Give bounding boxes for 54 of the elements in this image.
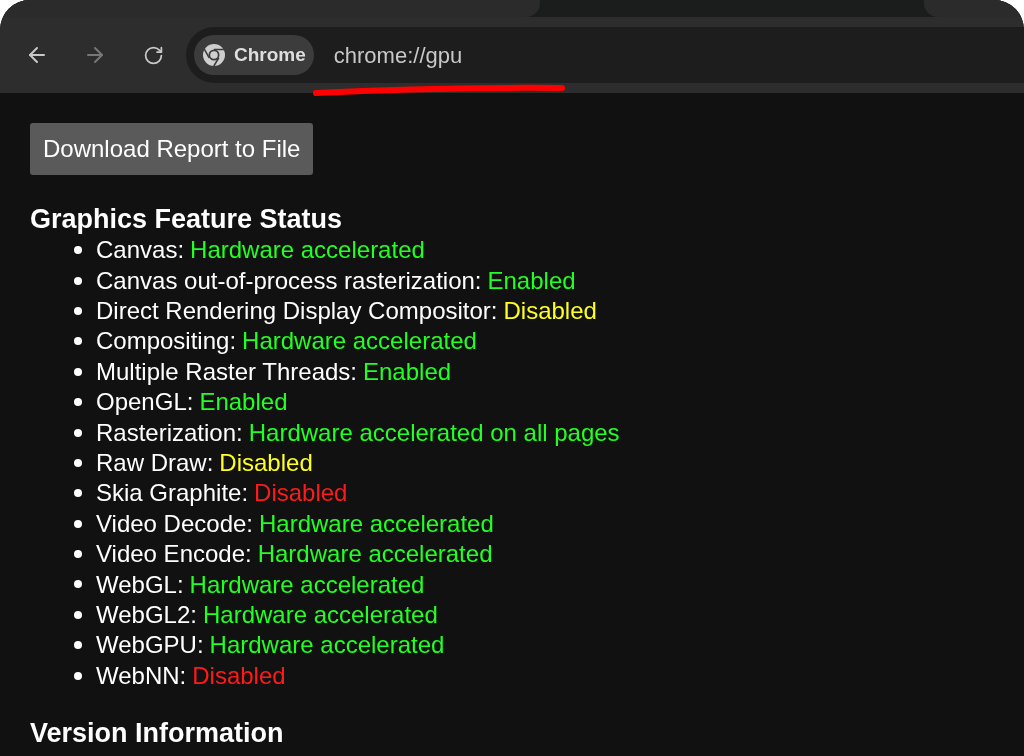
feature-status: Hardware accelerated on all pages [248,417,620,448]
feature-status: Enabled [199,387,288,418]
bullet-icon [74,276,82,285]
bullet-icon [74,519,82,528]
feature-name: Direct Rendering Display Compositor: [96,296,498,326]
feature-name: Rasterization: [96,417,243,448]
address-bar[interactable]: Chrome chrome://gpu [186,27,1024,83]
feature-name: WebGL2: [96,599,197,630]
feature-name: Compositing: [96,326,237,357]
bullet-icon [74,458,82,467]
bullet-icon [74,246,82,255]
address-text: chrome://gpu [333,41,463,70]
feature-name: WebGPU: [96,630,204,661]
feature-status: Hardware accelerated [190,235,425,266]
bullet-icon [74,641,82,650]
feature-name: Multiple Raster Threads: [96,356,357,387]
site-chip[interactable]: Chrome [194,35,314,75]
feature-status: Hardware accelerated [242,326,477,357]
bullet-icon [74,610,82,619]
feature-name: Canvas: [96,235,185,266]
bullet-icon [74,398,82,407]
bullet-icon [74,428,82,437]
feature-status: Disabled [192,660,286,691]
feature-status: Hardware accelerated [259,508,494,539]
feature-name: WebNN: [96,660,187,691]
feature-name: WebGL: [96,569,184,600]
feature-status: Disabled [503,296,597,326]
feature-name: Raw Draw: [96,447,214,478]
feature-name: Canvas out-of-process rasterization: [96,265,482,296]
feature-status: Disabled [219,447,313,478]
feature-status: Hardware accelerated [209,630,445,661]
reload-icon [142,44,164,66]
bullet-icon [74,550,82,559]
feature-name: OpenGL: [96,387,194,418]
bullet-icon [74,306,82,315]
feature-name: Skia Graphite: [96,478,249,509]
bullet-icon [74,489,82,498]
feature-name: Video Decode: [96,508,253,539]
feature-status: Hardware accelerated [257,539,493,570]
bullet-icon [74,580,82,589]
bullet-icon [74,671,82,680]
feature-name: Video Encode: [96,539,252,570]
feature-status: Hardware accelerated [189,569,425,600]
chip-label: Chrome [234,42,306,67]
download-report-button[interactable]: Download Report to File [30,123,314,175]
feature-status: Disabled [254,478,348,509]
feature-status: Hardware accelerated [202,599,438,630]
bullet-icon [74,337,82,346]
chrome-logo-icon [202,43,226,67]
feature-status: Enabled [487,265,576,296]
section-heading: Version Information [30,716,285,749]
feature-status: Enabled [363,356,452,387]
bullet-icon [74,367,82,376]
section-heading: Graphics Feature Status [30,203,344,235]
